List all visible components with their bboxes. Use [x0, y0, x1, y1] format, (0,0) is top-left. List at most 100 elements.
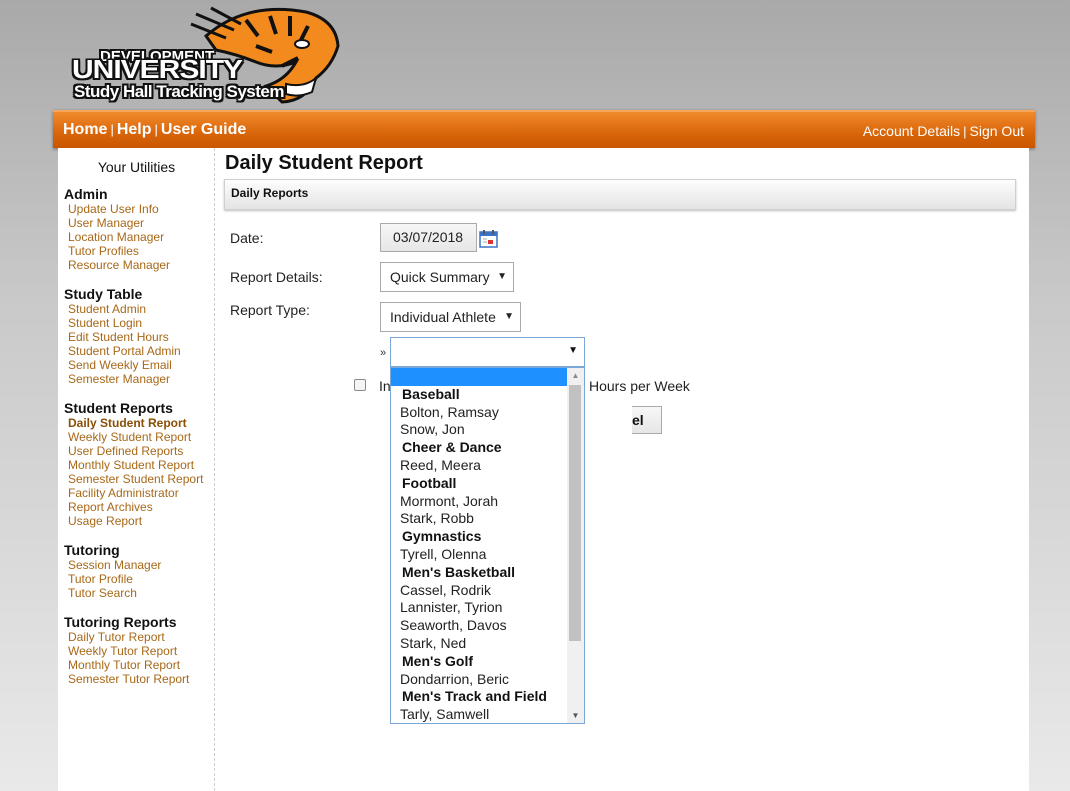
athlete-select[interactable]: ▼ — [390, 337, 585, 367]
sidebar-item-monthly-student-report[interactable]: Monthly Student Report — [68, 458, 203, 472]
sidebar: Your Utilities Admin Update User Info Us… — [58, 148, 215, 791]
chevron-down-icon: ▼ — [568, 345, 578, 356]
sidebar-title: Your Utilities — [97, 159, 176, 175]
sidebar-item-monthly-tutor-report[interactable]: Monthly Tutor Report — [68, 658, 189, 672]
sidebar-item-tutor-profiles[interactable]: Tutor Profiles — [68, 244, 170, 258]
dropdown-scrollbar[interactable]: ▲ ▼ — [567, 368, 584, 723]
sign-out-link[interactable]: Sign Out — [970, 123, 1024, 139]
athlete-dropdown-list[interactable]: Baseball Bolton, Ramsay Snow, Jon Cheer … — [390, 367, 585, 724]
nav-separator: | — [154, 122, 158, 137]
report-details-select[interactable]: Quick Summary ▼ — [380, 262, 514, 292]
nav-help-link[interactable]: Help — [117, 121, 152, 138]
scroll-down-arrow-icon[interactable]: ▼ — [567, 708, 584, 723]
nav-home-link[interactable]: Home — [63, 121, 107, 138]
dropdown-option[interactable]: Stark, Robb — [391, 510, 584, 528]
sidebar-item-resource-manager[interactable]: Resource Manager — [68, 258, 170, 272]
logo-line-3: Study Hall Tracking System — [74, 82, 284, 101]
date-field[interactable]: 03/07/2018 — [380, 223, 477, 252]
sidebar-item-update-user-info[interactable]: Update User Info — [68, 202, 170, 216]
sidebar-item-location-manager[interactable]: Location Manager — [68, 230, 170, 244]
sidebar-item-edit-student-hours[interactable]: Edit Student Hours — [68, 330, 181, 344]
sidebar-group-tutoring-reports: Tutoring Reports Daily Tutor Report Week… — [64, 614, 189, 686]
content-panel: Your Utilities Admin Update User Info Us… — [58, 148, 1029, 791]
sidebar-item-semester-manager[interactable]: Semester Manager — [68, 372, 181, 386]
hours-checkbox[interactable] — [354, 379, 366, 391]
chevron-down-icon: ▼ — [497, 271, 507, 282]
sidebar-item-weekly-student-report[interactable]: Weekly Student Report — [68, 430, 203, 444]
sidebar-group-student-reports: Student Reports Daily Student Report Wee… — [64, 400, 203, 528]
logo-line-2: UNIVERSITY — [72, 56, 243, 85]
dropdown-option[interactable]: Cassel, Rodrik — [391, 582, 584, 600]
sidebar-item-daily-student-report[interactable]: Daily Student Report — [68, 416, 203, 430]
chevron-down-icon: ▼ — [504, 311, 514, 322]
sidebar-item-student-login[interactable]: Student Login — [68, 316, 181, 330]
main-panel: Daily Student Report Daily Reports Date:… — [216, 148, 1029, 791]
sidebar-item-usage-report[interactable]: Usage Report — [68, 514, 203, 528]
dropdown-group-label: Football — [402, 474, 457, 491]
sidebar-heading: Study Table — [64, 286, 143, 302]
account-nav: Account Details | Sign Out — [863, 123, 1024, 139]
sidebar-item-weekly-tutor-report[interactable]: Weekly Tutor Report — [68, 644, 189, 658]
dropdown-group-label: Baseball — [402, 385, 460, 402]
report-type-label: Report Type: — [230, 302, 310, 318]
dropdown-option[interactable]: Stark, Ned — [391, 635, 584, 653]
sidebar-group-tutoring: Tutoring Session Manager Tutor Profile T… — [64, 542, 161, 600]
dropdown-option-blank[interactable] — [391, 368, 584, 386]
dropdown-option[interactable]: Mormont, Jorah — [391, 493, 584, 511]
sidebar-heading: Tutoring — [64, 542, 120, 558]
dropdown-group-label: Men's Golf — [402, 652, 473, 669]
sidebar-item-semester-tutor-report[interactable]: Semester Tutor Report — [68, 672, 189, 686]
sidebar-item-user-manager[interactable]: User Manager — [68, 216, 170, 230]
report-details-label: Report Details: — [230, 269, 323, 285]
sidebar-item-session-manager[interactable]: Session Manager — [68, 558, 161, 572]
top-nav-bar: Home | Help | User Guide Account Details | Sig… — [53, 110, 1035, 148]
sidebar-item-send-weekly-email[interactable]: Send Weekly Email — [68, 358, 181, 372]
sidebar-heading: Admin — [64, 186, 108, 202]
dropdown-option[interactable]: Bolton, Ramsay — [391, 404, 584, 422]
dropdown-group-label: Men's Basketball — [402, 563, 516, 580]
sidebar-item-daily-tutor-report[interactable]: Daily Tutor Report — [68, 630, 189, 644]
dropdown-group-label: Cheer & Dance — [402, 439, 502, 456]
dropdown-option[interactable]: Seaworth, Davos — [391, 617, 584, 635]
report-type-value: Individual Athlete — [390, 309, 496, 325]
sidebar-item-tutor-search[interactable]: Tutor Search — [68, 586, 161, 600]
sidebar-item-student-admin[interactable]: Student Admin — [68, 302, 181, 316]
raquo-marker: » — [380, 347, 387, 359]
account-details-link[interactable]: Account Details — [863, 123, 960, 139]
nav-separator: | — [110, 122, 114, 137]
report-type-select[interactable]: Individual Athlete ▼ — [380, 302, 521, 332]
sidebar-item-tutor-profile[interactable]: Tutor Profile — [68, 572, 161, 586]
scrollbar-thumb[interactable] — [569, 385, 581, 641]
sidebar-item-user-defined-reports[interactable]: User Defined Reports — [68, 444, 203, 458]
section-header: Daily Reports — [224, 179, 1016, 210]
nav-user-guide-link[interactable]: User Guide — [161, 121, 246, 138]
sidebar-item-student-portal-admin[interactable]: Student Portal Admin — [68, 344, 181, 358]
cancel-button[interactable]: el — [632, 406, 662, 434]
report-details-value: Quick Summary — [390, 269, 490, 285]
checkbox-label-end: Hours per Week — [589, 378, 690, 394]
sidebar-item-semester-student-report[interactable]: Semester Student Report — [68, 472, 203, 486]
sidebar-item-facility-administrator[interactable]: Facility Administrator — [68, 486, 203, 500]
dropdown-option[interactable]: Reed, Meera — [391, 457, 584, 475]
dropdown-option[interactable]: Snow, Jon — [391, 421, 584, 439]
sidebar-item-report-archives[interactable]: Report Archives — [68, 500, 203, 514]
sidebar-group-study-table: Study Table Student Admin Student Login … — [64, 286, 181, 386]
sidebar-group-admin: Admin Update User Info User Manager Loca… — [64, 186, 170, 272]
nav-separator: | — [963, 124, 967, 139]
site-logo: DEVELOPMENT UNIVERSITY Study Hall Tracki… — [66, 6, 346, 106]
dropdown-option[interactable]: Dondarrion, Beric — [391, 671, 584, 689]
calendar-icon[interactable] — [479, 229, 499, 249]
page-title: Daily Student Report — [225, 152, 423, 174]
dropdown-option[interactable]: Tarly, Samwell — [391, 706, 584, 723]
dropdown-option[interactable]: Tyrell, Olenna — [391, 546, 584, 564]
checkbox-label-start: In — [379, 378, 391, 394]
dropdown-group-label: Men's Track and Field — [402, 688, 547, 705]
sidebar-heading: Student Reports — [64, 400, 173, 416]
dropdown-group-label: Gymnastics — [402, 528, 482, 545]
cancel-button-label: el — [632, 412, 644, 428]
primary-nav: Home | Help | User Guide — [63, 121, 246, 139]
scroll-up-arrow-icon[interactable]: ▲ — [567, 368, 584, 383]
date-label: Date: — [230, 230, 264, 246]
sidebar-heading: Tutoring Reports — [64, 614, 177, 630]
dropdown-option[interactable]: Lannister, Tyrion — [391, 599, 584, 617]
